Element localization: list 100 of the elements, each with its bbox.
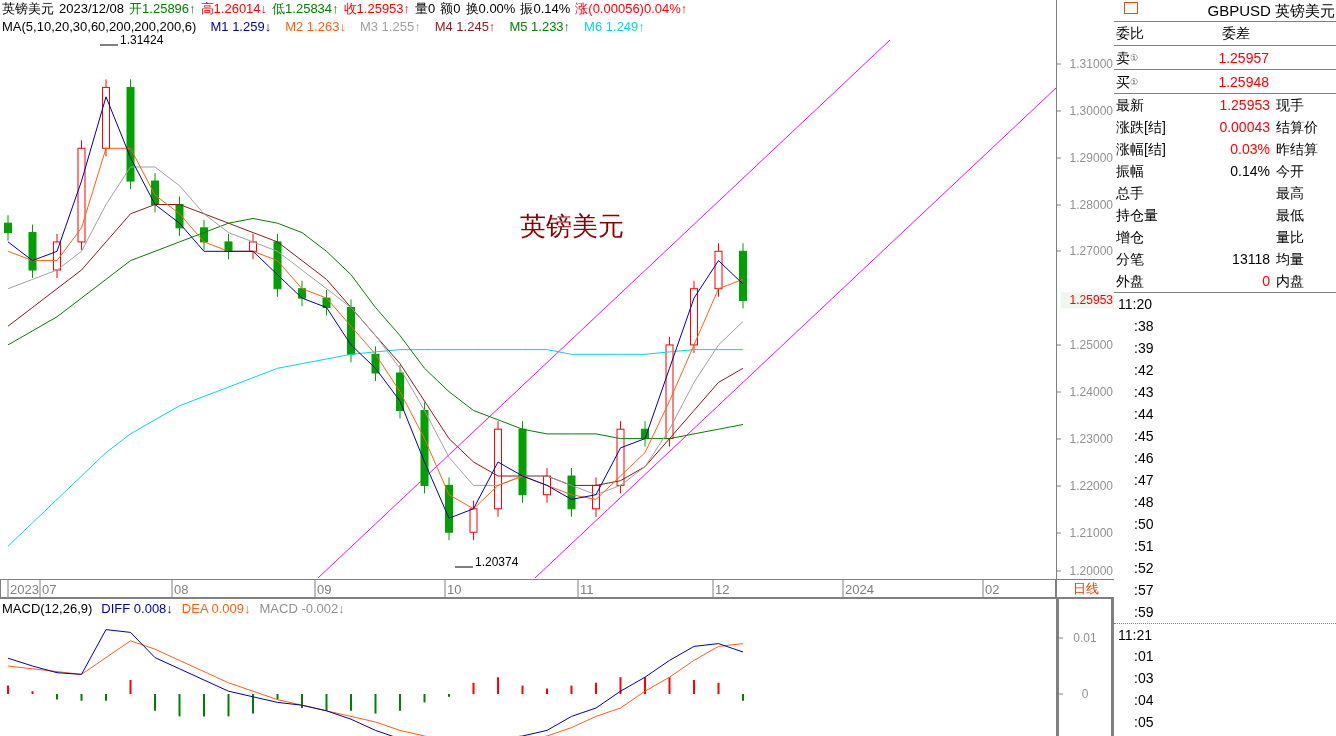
tick-time: :42 bbox=[1134, 362, 1154, 378]
candlestick bbox=[469, 500, 478, 541]
stat-label: 最新 bbox=[1116, 96, 1145, 115]
axis-label: 1.27000 bbox=[1069, 244, 1113, 258]
quote-field: 收1.25953↑ bbox=[343, 0, 411, 18]
candlestick bbox=[543, 467, 551, 504]
quote-field: 量0 bbox=[415, 0, 436, 18]
candlestick bbox=[298, 280, 306, 307]
histogram-bar bbox=[276, 693, 279, 701]
tick-time: :57 bbox=[1134, 582, 1154, 598]
axis-label: 08 bbox=[174, 582, 189, 597]
order-label: 买 bbox=[1116, 72, 1130, 92]
axis-label: 1.25000 bbox=[1069, 338, 1113, 352]
histogram-bar bbox=[423, 693, 426, 704]
axis-label: 1.20000 bbox=[1069, 564, 1113, 578]
order-level: ① bbox=[1130, 75, 1138, 87]
stat-label: 委比 bbox=[1116, 24, 1144, 43]
tick-time: :45 bbox=[1134, 428, 1154, 444]
histogram-bar bbox=[325, 693, 328, 712]
candlestick bbox=[151, 172, 159, 213]
stat-value: 13118 bbox=[1231, 250, 1270, 269]
order-label: 卖 bbox=[1116, 48, 1130, 68]
candlestick bbox=[445, 476, 453, 541]
ma-value: M2 1.263↓ bbox=[285, 18, 346, 36]
tick-time: :51 bbox=[1134, 538, 1154, 554]
leader-line bbox=[99, 44, 119, 46]
ma-value: M5 1.233↑ bbox=[509, 18, 571, 36]
histogram-bar bbox=[668, 676, 671, 695]
histogram-bar bbox=[80, 693, 83, 702]
tick-time: :59 bbox=[1134, 604, 1154, 620]
stat-value: 0.14% bbox=[1229, 162, 1270, 181]
stat-value: 0 bbox=[1261, 272, 1270, 291]
ma-value: M6 1.249↑ bbox=[584, 18, 645, 36]
candlestick bbox=[28, 224, 37, 279]
axis-label: 1.28000 bbox=[1069, 198, 1113, 212]
tick-time: :46 bbox=[1134, 450, 1154, 466]
quote-field: 涨(0.00056)0.04%↑ bbox=[575, 0, 688, 18]
axis-label: 1.24000 bbox=[1069, 385, 1113, 399]
histogram-bar bbox=[31, 690, 34, 695]
panel-title: GBPUSD 英镑美元 bbox=[1207, 0, 1335, 21]
stat-label: 最低 bbox=[1276, 206, 1304, 225]
window-toggle-icon[interactable] bbox=[1124, 2, 1138, 14]
candlestick bbox=[347, 298, 355, 363]
quote-field: 高1.26014↓ bbox=[200, 0, 268, 18]
stat-label: 振幅 bbox=[1116, 162, 1145, 181]
histogram-bar bbox=[521, 684, 524, 695]
stat-label: 外盘 bbox=[1116, 272, 1145, 291]
stat-value: 0.03% bbox=[1229, 140, 1270, 159]
candlestick bbox=[739, 242, 747, 309]
candlestick bbox=[371, 345, 380, 382]
quote-field: 额0 bbox=[440, 0, 461, 18]
tick-time: :01 bbox=[1134, 648, 1154, 664]
stat-label: 均量 bbox=[1276, 250, 1304, 269]
axis-label: 10 bbox=[447, 582, 462, 597]
tick-time: :43 bbox=[1134, 384, 1154, 400]
stat-value: 0.00043 bbox=[1218, 118, 1270, 137]
quote-date: 2023/12/08 bbox=[59, 0, 125, 18]
stat-label: 涨跌[结] bbox=[1116, 118, 1167, 137]
stat-label: 今开 bbox=[1276, 162, 1304, 181]
stat-label: 总手 bbox=[1116, 184, 1145, 203]
tick-time: :39 bbox=[1134, 340, 1154, 356]
axis-label: 1.23000 bbox=[1069, 432, 1113, 446]
tick-time: :50 bbox=[1134, 516, 1154, 532]
stat-label: 量比 bbox=[1276, 228, 1304, 247]
stat-value: 1.25953 bbox=[1218, 96, 1270, 115]
candlestick bbox=[592, 476, 600, 518]
tick-time: :03 bbox=[1134, 670, 1154, 686]
ma-value: M4 1.245↑ bbox=[434, 18, 496, 36]
ma-settings: MA(5,10,20,30,60,200,200,200,6) bbox=[2, 18, 197, 35]
axis-label: 07 bbox=[42, 582, 57, 597]
candlestick bbox=[249, 233, 257, 260]
stat-label: 持仓量 bbox=[1116, 206, 1159, 225]
stat-label: 现手 bbox=[1276, 96, 1304, 115]
tick-time: 11:21 bbox=[1118, 627, 1152, 643]
candlestick bbox=[714, 242, 723, 298]
tick-time: :38 bbox=[1134, 318, 1154, 334]
ma-value: M1 1.259↓ bbox=[210, 18, 272, 36]
histogram-bar bbox=[570, 684, 573, 695]
order-price: 1.25957 bbox=[1218, 48, 1269, 68]
order-level: ① bbox=[1130, 52, 1138, 63]
histogram-bar bbox=[178, 693, 181, 718]
quote-field: 开1.25896↑ bbox=[129, 0, 196, 18]
axis-label: 1.22000 bbox=[1069, 479, 1113, 493]
candlestick bbox=[200, 219, 208, 251]
histogram-bar bbox=[472, 681, 475, 695]
quote-field: 低1.25834↑ bbox=[272, 0, 339, 18]
indicator-value: MACD -0.002↓ bbox=[259, 600, 345, 618]
candlestick bbox=[175, 195, 184, 237]
tick-time: :05 bbox=[1134, 714, 1154, 730]
stat-label: 增仓 bbox=[1116, 228, 1145, 247]
axis-label: 1.21000 bbox=[1069, 526, 1113, 540]
indicator-value: MACD(12,26,9) bbox=[2, 600, 93, 618]
quote-field: 振0.14% bbox=[520, 0, 571, 18]
axis-label: 2023 bbox=[10, 582, 39, 597]
histogram-bar bbox=[619, 676, 622, 695]
period-button[interactable]: 日线 bbox=[1057, 579, 1114, 598]
tick-time: :44 bbox=[1134, 406, 1154, 422]
candlestick bbox=[396, 364, 404, 419]
axis-label: 1.30000 bbox=[1069, 104, 1113, 118]
stat-label: 结算价 bbox=[1276, 118, 1318, 137]
